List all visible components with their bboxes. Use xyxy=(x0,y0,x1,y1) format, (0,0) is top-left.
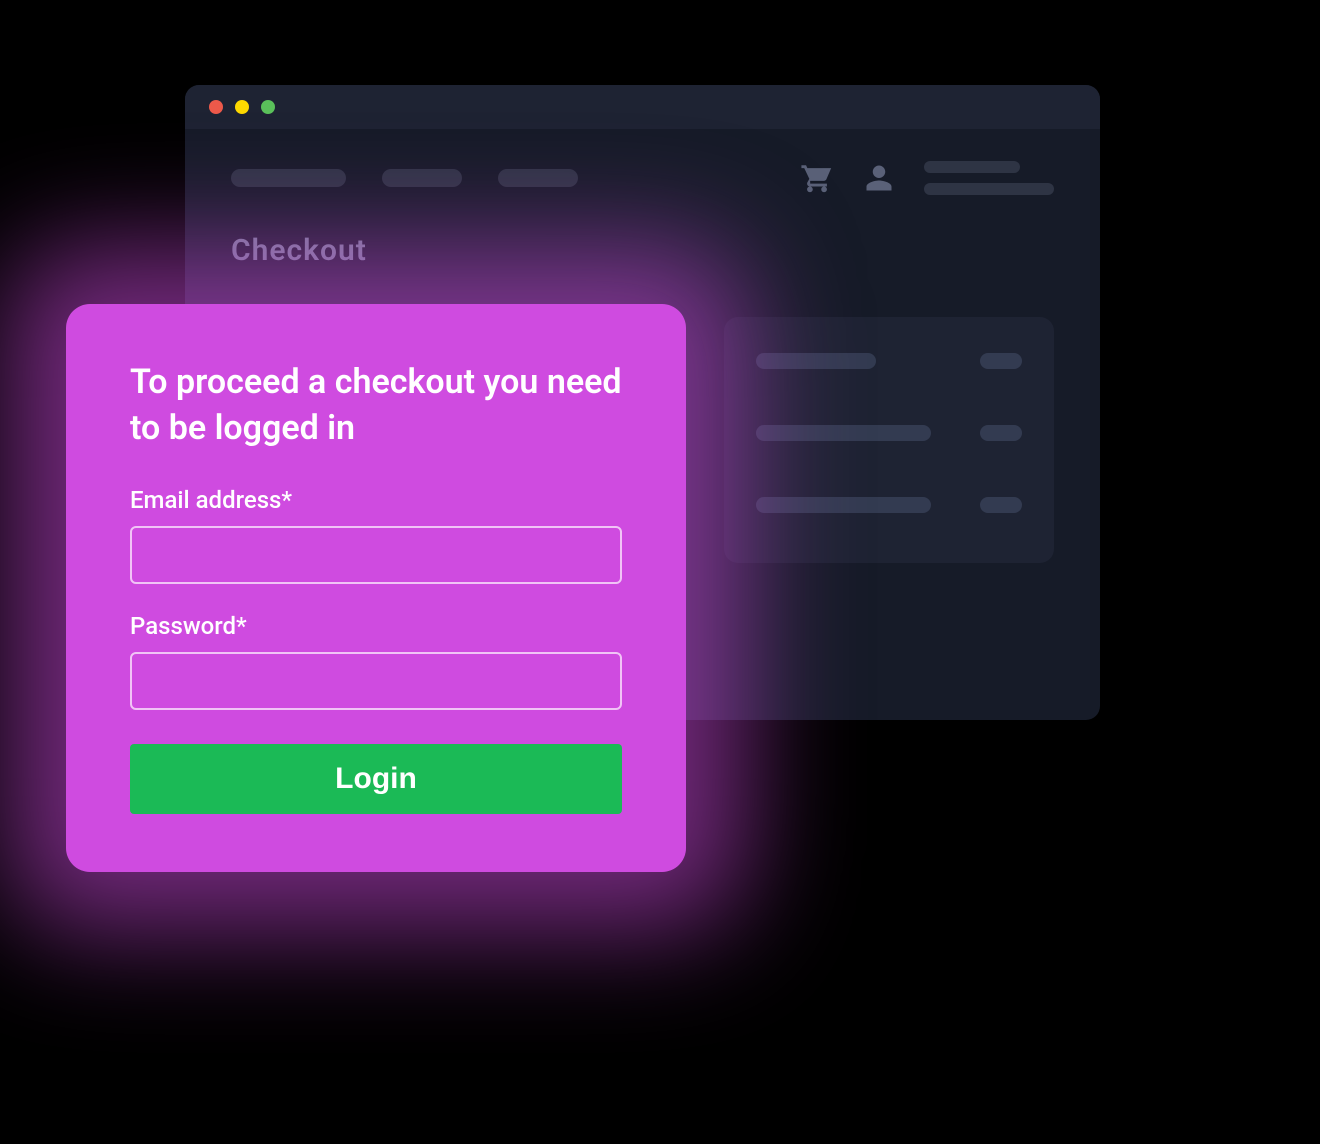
nav-item-placeholder[interactable] xyxy=(498,169,578,187)
summary-item-title-placeholder xyxy=(756,425,931,441)
email-label: Email address* xyxy=(130,486,622,514)
top-nav xyxy=(185,129,1100,209)
login-heading: To proceed a checkout you need to be log… xyxy=(130,360,622,452)
user-icon[interactable] xyxy=(864,163,894,193)
password-field-group: Password* xyxy=(130,612,622,710)
email-field-group: Email address* xyxy=(130,486,622,584)
password-label: Password* xyxy=(130,612,622,640)
maximize-traffic-light[interactable] xyxy=(261,100,275,114)
nav-item-placeholder[interactable] xyxy=(382,169,462,187)
account-info-placeholder xyxy=(924,161,1054,195)
login-popup: To proceed a checkout you need to be log… xyxy=(66,304,686,872)
login-button[interactable]: Login xyxy=(130,744,622,814)
summary-item xyxy=(756,425,1022,455)
page-title: Checkout xyxy=(185,209,1100,268)
close-traffic-light[interactable] xyxy=(209,100,223,114)
summary-item-title-placeholder xyxy=(756,497,931,513)
summary-item xyxy=(756,497,1022,527)
summary-item xyxy=(756,353,1022,383)
summary-item-price-placeholder xyxy=(980,497,1022,513)
cart-icon[interactable] xyxy=(800,161,834,195)
minimize-traffic-light[interactable] xyxy=(235,100,249,114)
password-input[interactable] xyxy=(130,652,622,710)
summary-item-price-placeholder xyxy=(980,353,1022,369)
summary-item-price-placeholder xyxy=(980,425,1022,441)
order-summary-panel xyxy=(724,317,1054,563)
nav-item-placeholder[interactable] xyxy=(231,169,346,187)
email-input[interactable] xyxy=(130,526,622,584)
window-titlebar xyxy=(185,85,1100,129)
summary-item-title-placeholder xyxy=(756,353,876,369)
